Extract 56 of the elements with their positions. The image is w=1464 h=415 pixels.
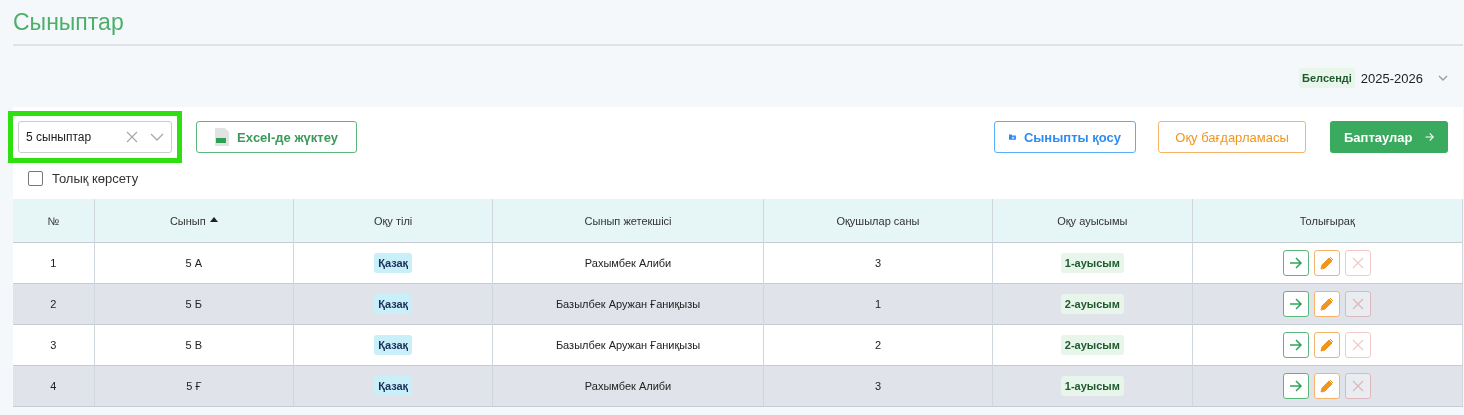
edit-button[interactable] [1314, 250, 1341, 276]
checkbox[interactable] [28, 170, 43, 186]
column-header[interactable]: Оқу ауысымы [992, 199, 1192, 243]
column-header[interactable]: Сынып [94, 199, 294, 243]
column-header[interactable]: Оқу тілі [293, 199, 493, 243]
edit-button[interactable] [1314, 332, 1341, 358]
sort-up-icon [209, 216, 218, 222]
export-button[interactable]: Excel-де жүктеу [196, 121, 357, 153]
status-badge: Белсенді [1299, 68, 1355, 88]
year-select[interactable]: 2025-2026 [1360, 70, 1449, 86]
checkbox-label: Толық көрсету [52, 170, 139, 186]
close-icon [1352, 257, 1365, 269]
open-button[interactable] [1283, 250, 1310, 276]
language-tag: Қазақ [374, 335, 413, 355]
add-class-button[interactable]: Сыныпты қосу [994, 121, 1136, 153]
clear-icon[interactable] [126, 131, 138, 143]
shift-tag: 1-ауысым [1060, 253, 1124, 273]
edit-button[interactable] [1314, 291, 1341, 317]
table-cell: 3 [763, 365, 993, 407]
arrow-right-icon [1289, 257, 1304, 269]
spreadsheet-file-icon [215, 128, 229, 146]
table-cell: 5 Б [94, 283, 294, 325]
table-cell: 5 Ғ [94, 365, 294, 407]
pencil-icon [1320, 297, 1335, 311]
arrow-right-icon [1289, 298, 1304, 310]
language-tag: Қазақ [374, 253, 413, 273]
pencil-icon [1320, 379, 1335, 393]
edit-button[interactable] [1314, 373, 1341, 399]
language-tag: Қазақ [374, 376, 413, 396]
column-header[interactable]: Толығырақ [1192, 199, 1463, 243]
open-button[interactable] [1283, 332, 1310, 358]
table-cell: 2 [13, 283, 95, 325]
class-select[interactable]: 5 сыныптар [18, 121, 172, 153]
table-cell: 1 [763, 283, 993, 325]
open-button[interactable] [1283, 291, 1310, 317]
column-header[interactable]: № [13, 199, 95, 243]
column-header[interactable]: Оқушылар саны [763, 199, 993, 243]
shift-tag: 1-ауысым [1060, 376, 1124, 396]
close-icon [1352, 298, 1365, 310]
pencil-icon [1320, 256, 1335, 270]
arrow-right-icon [1289, 339, 1304, 351]
close-icon [1352, 380, 1365, 392]
table-cell: Базылбек Аружан Ғаниқызы [492, 283, 764, 325]
table-cell: Рахымбек Алиби [492, 365, 764, 407]
shift-tag: 2-ауысым [1060, 335, 1124, 355]
shift-tag: 2-ауысым [1060, 294, 1124, 314]
pencil-icon [1320, 338, 1335, 352]
open-button[interactable] [1283, 373, 1310, 399]
close-icon [1352, 339, 1365, 351]
chevron-down-icon[interactable] [150, 131, 164, 143]
arrow-right-icon [1424, 130, 1434, 144]
column-header[interactable]: Сынып жетекшісі [492, 199, 764, 243]
page-title: Сыныптар [13, 8, 125, 37]
language-tag: Қазақ [374, 294, 413, 314]
arrow-right-icon [1289, 380, 1304, 392]
table-cell: 4 [13, 365, 95, 407]
